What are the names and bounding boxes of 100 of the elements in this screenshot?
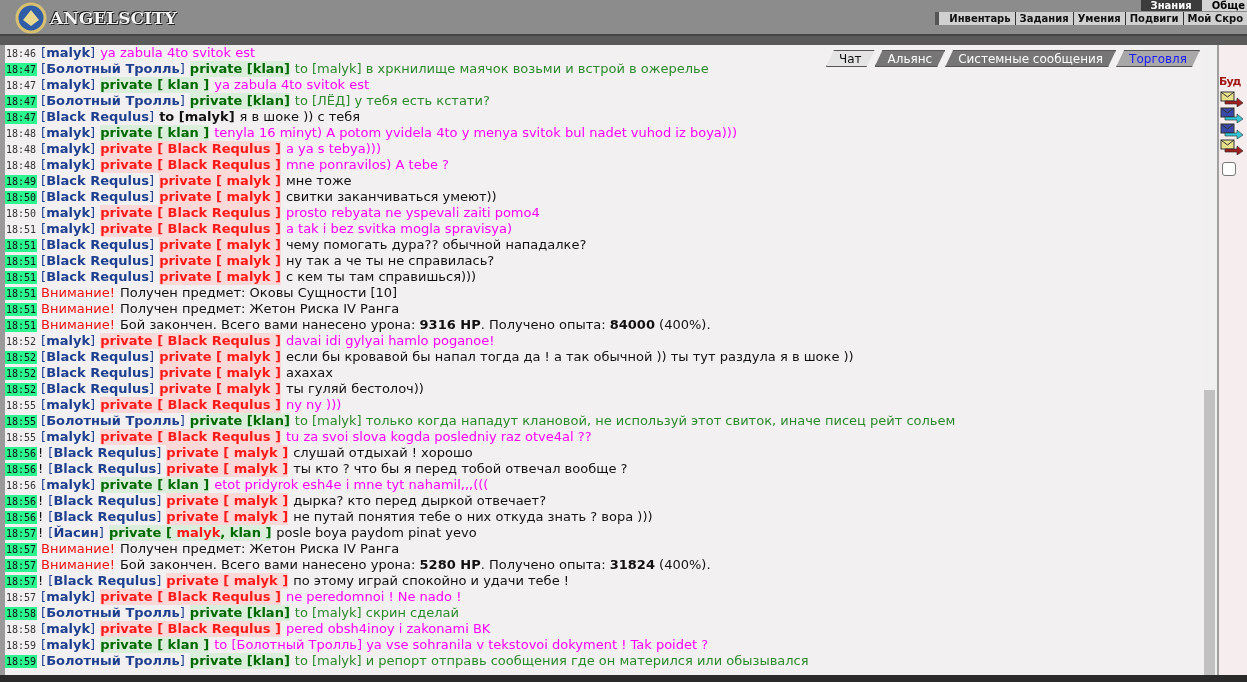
chat-tab[interactable]: Чат <box>825 50 875 67</box>
alert-label: Внимание! <box>41 317 115 333</box>
message-text: prosto rebyata ne yspevali zaiti pomo4 <box>285 205 540 221</box>
sender-name[interactable]: [malyk] <box>41 45 96 61</box>
sender-name[interactable]: [Болотный Тролль] <box>41 61 185 77</box>
top-link[interactable]: Знания <box>1140 0 1202 11</box>
sender-name[interactable]: [Болотный Тролль] <box>41 605 185 621</box>
timestamp: 18:57 <box>5 574 38 588</box>
sender-name[interactable]: [malyk] <box>41 477 96 493</box>
private-tag: private [ klan ] <box>100 477 210 493</box>
alert-label: Внимание! <box>41 301 115 317</box>
sender-name[interactable]: [Black Requlus] <box>41 189 155 205</box>
timestamp: 18:47 <box>5 94 38 108</box>
message-text: pered obsh4inoy i zakonami BK <box>285 621 491 637</box>
private-tag: private [ malyk ] <box>159 381 281 397</box>
message-text: ты кто ? что бы я перед тобой отвечал вообще ? <box>293 461 628 477</box>
private-tag: private [ Black Requlus ] <box>100 205 281 221</box>
top-link[interactable]: Обще <box>1201 0 1247 11</box>
sender-name[interactable]: [malyk] <box>41 397 96 413</box>
sender-name[interactable]: [Black Requlus] <box>41 253 155 269</box>
message-text: to [ЛЁД] у тебя есть кстати? <box>294 93 490 109</box>
menu-link[interactable]: Задания <box>1014 12 1073 25</box>
sender-name[interactable]: [malyk] <box>41 333 96 349</box>
envelope-arrow-icon[interactable] <box>1220 90 1244 107</box>
private-tag: private [ malyk ] <box>166 509 289 525</box>
alert-label: Внимание! <box>41 285 115 301</box>
timestamp: 18:50 <box>5 206 38 220</box>
sender-name[interactable]: [malyk] <box>41 621 96 637</box>
message-text: to [malyk] и репорт отправь сообщения где он матерился или обызывался <box>294 653 809 669</box>
private-tag: private [klan] <box>189 61 290 77</box>
recipient-label: to [malyk] <box>159 109 235 125</box>
menu-link[interactable]: Мой Скро <box>1182 12 1247 25</box>
envelope-arrow-icon[interactable] <box>1220 122 1244 139</box>
sender-name[interactable]: [malyk] <box>41 221 96 237</box>
sender-name[interactable]: [Black Requlus] <box>41 109 155 125</box>
emblem-icon <box>14 2 48 34</box>
message-text: по этому играй спокойно и удачи тебе ! <box>293 573 569 589</box>
message-text: чему помогать дура?? обычной нападалке? <box>285 237 587 253</box>
panel-heading: Буд <box>1219 74 1241 90</box>
sender-name[interactable]: [malyk] <box>41 637 96 653</box>
sender-name[interactable]: [malyk] <box>41 141 96 157</box>
chat-tab[interactable]: Альянс <box>874 50 946 67</box>
sender-name[interactable]: [Black Requlus] <box>41 237 155 253</box>
private-tag: private [ malyk ] <box>159 253 281 269</box>
private-tag: private [klan] <box>189 93 290 109</box>
timestamp: 18:51 <box>5 302 38 316</box>
sender-name[interactable]: [Болотный Тролль] <box>41 93 185 109</box>
sender-name[interactable]: [Black Requlus] <box>41 349 155 365</box>
menu-link[interactable]: Подвиги <box>1124 12 1183 25</box>
timestamp: 18:55 <box>5 430 38 444</box>
sender-name[interactable]: [malyk] <box>41 205 96 221</box>
message-text: a tak i bez svitka mogla spravisya) <box>285 221 512 237</box>
message-text: to [Болотный Тролль] ya vse sohranila v tekstovoi dokyment ! Tak poidet ? <box>214 637 709 653</box>
sender-name[interactable]: [malyk] <box>41 589 96 605</box>
private-tag: private [klan] <box>189 605 290 621</box>
private-tag: private [ klan ] <box>100 125 210 141</box>
sender-name[interactable]: [Black Requlus] <box>41 365 155 381</box>
sender-name[interactable]: [Black Requlus] <box>41 381 155 397</box>
menu-link[interactable]: Инвентарь <box>945 12 1015 25</box>
exclamation-mark: ! <box>38 525 44 541</box>
menu-link[interactable]: Умения <box>1072 12 1125 25</box>
sender-name[interactable]: [Black Requlus] <box>48 493 162 509</box>
exclamation-mark: ! <box>38 445 44 461</box>
message-text: я в шоке )) с тебя <box>239 109 361 125</box>
sender-name[interactable]: [Black Requlus] <box>48 445 162 461</box>
sender-name[interactable]: [Black Requlus] <box>48 509 162 525</box>
message-text: davai idi gylyai hamlo poganoe! <box>285 333 495 349</box>
sender-name[interactable]: [Болотный Тролль] <box>41 413 185 429</box>
timestamp: 18:58 <box>5 622 38 636</box>
logo-text: ANGELSCITY <box>50 7 177 30</box>
sender-name[interactable]: [Йасин] <box>48 525 104 541</box>
sender-name[interactable]: [malyk] <box>41 429 96 445</box>
system-text: Бой закончен. Всего вами нанесено урона: 5280 HP. Получено опыта: 31824 (400%). <box>119 557 711 573</box>
system-text: Бой закончен. Всего вами нанесено урона: 9316 HP. Получено опыта: 84000 (400%). <box>119 317 711 333</box>
private-tag: private [ klan ] <box>100 77 210 93</box>
sender-name[interactable]: [malyk] <box>41 157 96 173</box>
timestamp: 18:48 <box>5 158 38 172</box>
chat-tab[interactable]: Системные сообщения <box>945 50 1117 67</box>
envelope-arrow-icon[interactable] <box>1220 138 1244 155</box>
sender-name[interactable]: [Black Requlus] <box>41 269 155 285</box>
sender-name[interactable]: [Black Requlus] <box>48 573 162 589</box>
timestamp: 18:49 <box>5 174 38 188</box>
checkbox[interactable] <box>1222 161 1236 176</box>
sender-name[interactable]: [malyk] <box>41 77 96 93</box>
message-text: ахахах <box>285 365 333 381</box>
private-tag: private [ Black Requlus ] <box>100 429 281 445</box>
message-text: tu za svoi slova kogda posledniy raz otve4al ?? <box>285 429 592 445</box>
sender-name[interactable]: [Black Requlus] <box>48 461 162 477</box>
exclamation-mark: ! <box>38 493 44 509</box>
message-text: не путай понятия тебе о них откуда знать ? вора ))) <box>293 509 653 525</box>
timestamp: 18:57 <box>5 558 38 572</box>
private-tag: private [ malyk, klan ] <box>108 525 272 541</box>
scrollbar-thumb[interactable] <box>1204 390 1215 675</box>
private-tag: private [ Black Requlus ] <box>100 157 281 173</box>
exclamation-mark: ! <box>38 573 44 589</box>
timestamp: 18:58 <box>5 606 38 620</box>
sender-name[interactable]: [Болотный Тролль] <box>41 653 185 669</box>
envelope-arrow-icon[interactable] <box>1220 106 1244 123</box>
sender-name[interactable]: [malyk] <box>41 125 96 141</box>
sender-name[interactable]: [Black Requlus] <box>41 173 155 189</box>
